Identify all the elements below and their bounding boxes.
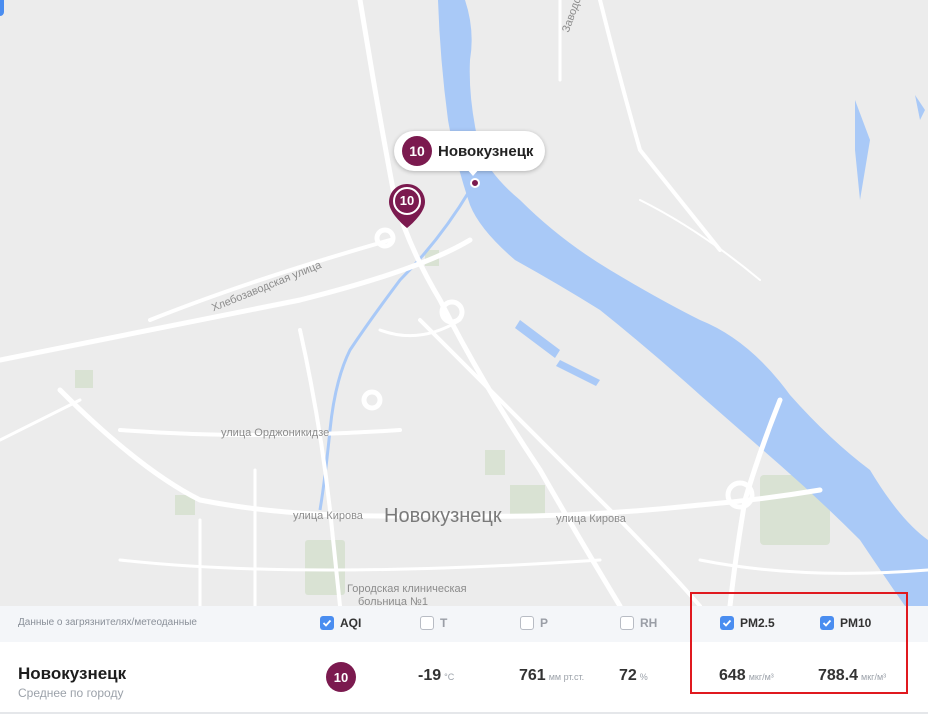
toggle-temperature-label: T bbox=[440, 616, 448, 630]
row-humidity: 72% bbox=[619, 667, 648, 685]
row-aqi-badge: 10 bbox=[326, 662, 356, 692]
humidity-value: 72 bbox=[619, 667, 637, 684]
toggle-aqi-label: AQI bbox=[340, 616, 362, 630]
callout-aqi-badge: 10 bbox=[402, 136, 432, 166]
checkbox-unchecked-icon[interactable] bbox=[420, 616, 434, 630]
panel-bottom-divider bbox=[0, 712, 928, 714]
street-label-kirova-east: улица Кирова bbox=[556, 513, 626, 525]
map-control-button[interactable] bbox=[0, 0, 4, 16]
street-label-ordzhonikidze: улица Орджоникидзе bbox=[221, 427, 330, 439]
panel-header-title: Данные о загрязнителях/метеоданные bbox=[18, 617, 197, 628]
pressure-value: 761 bbox=[519, 667, 546, 684]
temperature-value: -19 bbox=[418, 667, 442, 684]
checkbox-checked-icon[interactable] bbox=[320, 616, 334, 630]
highlight-box bbox=[690, 592, 908, 694]
humidity-unit: % bbox=[639, 672, 648, 682]
city-callout[interactable]: 10 Новокузнецк bbox=[394, 131, 546, 171]
toggle-humidity[interactable]: RH bbox=[620, 616, 657, 630]
checkbox-unchecked-icon[interactable] bbox=[520, 616, 534, 630]
row-city-subtitle: Среднее по городу bbox=[18, 686, 124, 700]
poi-label-hospital-line1: Городская клиническая bbox=[347, 583, 467, 595]
pressure-unit: мм рт.ст. bbox=[548, 672, 585, 682]
toggle-aqi[interactable]: AQI bbox=[320, 616, 361, 630]
temperature-unit: °C bbox=[444, 672, 455, 682]
callout-tail bbox=[466, 168, 480, 176]
row-temperature: -19 °C bbox=[418, 667, 454, 685]
station-pin-marker[interactable]: 10 bbox=[389, 184, 425, 228]
street-label-kirova-west: улица Кирова bbox=[293, 510, 363, 522]
row-city-name: Новокузнецк bbox=[18, 664, 127, 683]
checkbox-unchecked-icon[interactable] bbox=[620, 616, 634, 630]
row-pressure: 761 мм рт.ст. bbox=[519, 667, 584, 685]
map[interactable]: Заводское шоссе Хлебозаводская улица ули… bbox=[0, 0, 928, 609]
map-city-label: Новокузнецк bbox=[384, 505, 502, 527]
pin-aqi-value: 10 bbox=[399, 193, 415, 208]
toggle-pressure[interactable]: P bbox=[520, 616, 548, 630]
callout-city-name: Новокузнецк bbox=[438, 142, 534, 160]
city-location-dot[interactable] bbox=[470, 178, 480, 188]
toggle-pressure-label: P bbox=[540, 616, 549, 630]
toggle-temperature[interactable]: T bbox=[420, 616, 447, 630]
toggle-humidity-label: RH bbox=[640, 616, 658, 630]
